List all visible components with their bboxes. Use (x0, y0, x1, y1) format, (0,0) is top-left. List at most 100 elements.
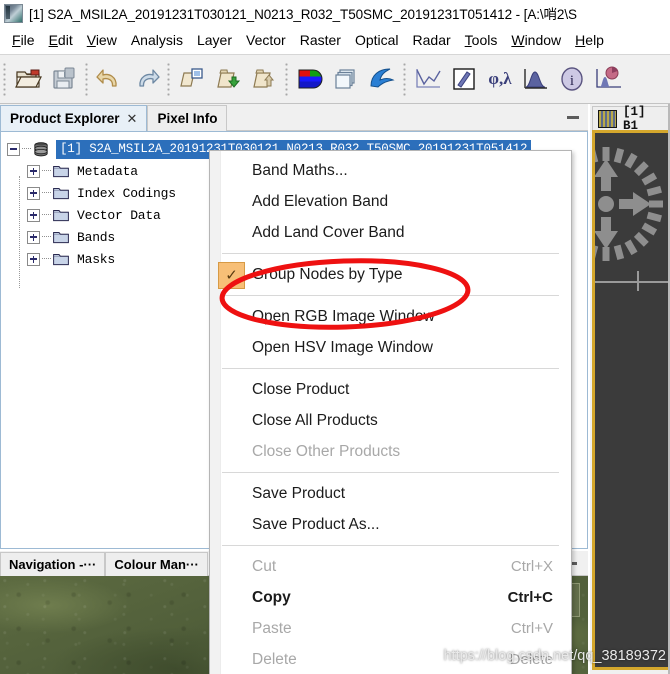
expand-toggle-icon[interactable] (27, 230, 40, 244)
redo-icon[interactable] (128, 59, 164, 99)
product-context-menu: Band Maths... Add Elevation Band Add Lan… (209, 150, 572, 674)
menu-item-close-product[interactable]: Close Product (210, 374, 571, 405)
menu-item-add-elevation-band-label: Add Elevation Band (252, 192, 389, 210)
menu-layer[interactable]: Layer (190, 30, 239, 50)
menu-edit[interactable]: Edit (42, 30, 80, 50)
menu-separator (222, 472, 559, 473)
tab-colour-manipulation-label: Colour Man··· (114, 557, 199, 572)
image-view-dock: [1] B1 (590, 104, 670, 674)
menu-window-rest: indow (524, 32, 562, 48)
menu-view[interactable]: View (80, 30, 124, 50)
menu-item-open-rgb-image-window-label: Open RGB Image Window (252, 307, 435, 325)
menu-item-open-hsv-image-window[interactable]: Open HSV Image Window (210, 332, 571, 363)
export-band-icon[interactable] (246, 59, 282, 99)
toolbar-grip[interactable] (3, 62, 6, 96)
toolbar-grip-4[interactable] (285, 62, 288, 96)
tab-band-b1-label: [1] B1 (623, 104, 646, 133)
geo-coding-icon[interactable]: φ,λ (482, 59, 518, 99)
menu-item-paste: Paste Ctrl+V (210, 613, 571, 644)
expand-toggle-icon[interactable] (27, 208, 40, 222)
folder-icon (53, 186, 69, 200)
open-product-icon[interactable] (10, 59, 46, 99)
menu-view-rest: iew (95, 32, 117, 48)
menu-item-cut-label: Cut (252, 557, 277, 575)
information-icon[interactable]: i (554, 59, 590, 99)
tab-pixel-info[interactable]: Pixel Info (147, 105, 228, 131)
tree-dash (42, 236, 51, 238)
snap-app-icon (4, 3, 23, 23)
image-view-canvas[interactable] (592, 130, 670, 670)
menu-item-open-rgb-image-window[interactable]: Open RGB Image Window (210, 301, 571, 332)
menu-file-rest: ile (20, 32, 35, 48)
tree-dash (42, 258, 51, 260)
menu-analysis[interactable]: Analysis (124, 30, 190, 50)
subset-icon[interactable] (174, 59, 210, 99)
menu-item-close-other-products-label: Close Other Products (252, 442, 401, 460)
expand-toggle-icon[interactable] (27, 164, 40, 178)
menu-item-add-land-cover-band[interactable]: Add Land Cover Band (210, 217, 571, 248)
menu-tools[interactable]: Tools (458, 30, 505, 50)
tab-band-b1[interactable]: [1] B1 (592, 104, 670, 133)
histogram-icon[interactable] (518, 59, 554, 99)
menu-item-copy[interactable]: Copy Ctrl+C (210, 582, 571, 613)
toolbar-grip-5[interactable] (403, 62, 406, 96)
menu-window[interactable]: Window (504, 30, 568, 50)
scatter-plot-icon[interactable] (446, 59, 482, 99)
statistics-icon[interactable] (590, 59, 626, 99)
tree-dash (42, 214, 51, 216)
menu-vector[interactable]: Vector (239, 30, 293, 50)
menu-item-copy-accel: Ctrl+C (507, 589, 553, 606)
menu-item-add-elevation-band[interactable]: Add Elevation Band (210, 186, 571, 217)
zoom-slider-track[interactable] (595, 281, 670, 283)
open-rgb-image-icon[interactable] (292, 59, 328, 99)
undo-icon[interactable] (92, 59, 128, 99)
menu-separator (222, 253, 559, 254)
folder-icon (53, 208, 69, 222)
expand-toggle-icon[interactable] (27, 186, 40, 200)
collapse-toggle-icon[interactable] (7, 142, 20, 156)
menu-tools-rest: ools (471, 32, 498, 48)
toolbar-grip-3[interactable] (167, 62, 170, 96)
zoom-slider-handle[interactable] (637, 271, 639, 291)
tab-colour-manipulation[interactable]: Colour Man··· (105, 552, 208, 576)
menu-item-save-product-as-label: Save Product As... (252, 515, 380, 533)
menu-item-paste-accel: Ctrl+V (510, 620, 553, 637)
menu-file[interactable]: File (5, 30, 42, 50)
toolbar-grip-2[interactable] (85, 62, 88, 96)
save-product-icon[interactable] (46, 59, 82, 99)
menu-item-group-nodes-by-type[interactable]: ✓ Group Nodes by Type (210, 259, 571, 290)
minimize-panel-button[interactable] (562, 108, 584, 127)
watermark-text: https://blog.csdn.net/qq_38189372 (443, 648, 666, 664)
window-title: [1] S2A_MSIL2A_20191231T030121_N0213_R03… (29, 7, 577, 22)
tab-product-explorer[interactable]: Product Explorer ✕ (0, 105, 148, 131)
import-band-icon[interactable] (210, 59, 246, 99)
menu-item-save-product-as[interactable]: Save Product As... (210, 509, 571, 540)
menu-item-band-maths-label: Band Maths... (252, 161, 348, 179)
menu-item-save-product-label: Save Product (252, 484, 346, 502)
close-icon[interactable]: ✕ (127, 111, 138, 127)
menu-item-band-maths[interactable]: Band Maths... (210, 155, 571, 186)
profile-plot-icon[interactable] (410, 59, 446, 99)
menu-item-paste-label: Paste (252, 619, 292, 637)
menu-item-copy-label: Copy (252, 588, 291, 606)
folder-icon (53, 164, 69, 178)
folder-icon (53, 252, 69, 266)
menu-optical[interactable]: Optical (348, 30, 406, 50)
svg-text:i: i (570, 73, 574, 89)
expand-toggle-icon[interactable] (27, 252, 40, 266)
tree-dash (42, 170, 51, 172)
tile-windows-icon[interactable] (328, 59, 364, 99)
menu-item-add-land-cover-band-label: Add Land Cover Band (252, 223, 405, 241)
tree-item-bands-label: Bands (77, 229, 116, 245)
tree-item-vector-data-label: Vector Data (77, 207, 161, 223)
menu-item-close-all-products[interactable]: Close All Products (210, 405, 571, 436)
tab-navigation[interactable]: Navigation -··· (0, 552, 106, 576)
main-toolbar: φ,λ i (0, 54, 670, 104)
menu-raster[interactable]: Raster (293, 30, 348, 50)
menu-radar[interactable]: Radar (406, 30, 458, 50)
tree-dash (42, 192, 51, 194)
folder-icon (53, 230, 69, 244)
menu-help[interactable]: Help (568, 30, 611, 50)
menu-item-save-product[interactable]: Save Product (210, 478, 571, 509)
wave-icon[interactable] (364, 59, 400, 99)
